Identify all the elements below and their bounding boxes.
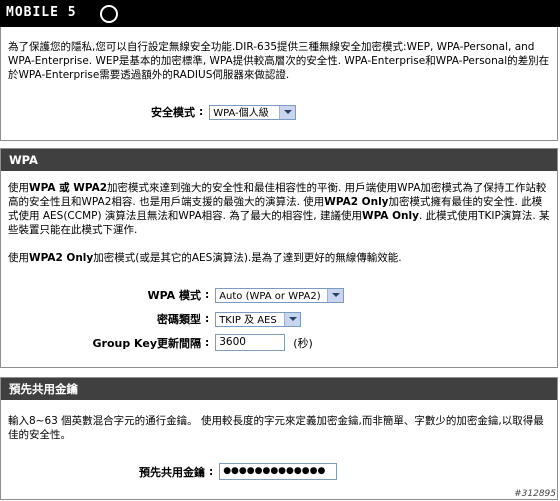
wpa-header: WPA	[1, 148, 557, 171]
cipher-type-value: TKIP 及 AES	[219, 314, 277, 326]
wpa-mode-row: WPA 模式 : Auto (WPA or WPA2)	[1, 287, 345, 303]
group-key-input[interactable]: 3600	[215, 334, 286, 351]
colon: :	[205, 289, 210, 301]
cipher-type-label: 密碼類型	[157, 313, 201, 326]
psk-intro: 輸入8~63 個英數混合字元的通行金鑰。 使用較長度的字元來定義加密金鑰,而非簡…	[8, 415, 544, 441]
brand-logo: MOBILE 5	[6, 5, 77, 20]
psk-input[interactable]: ●●●●●●●●●●●●●	[219, 463, 338, 480]
top-banner: MOBILE 5	[0, 0, 560, 27]
group-key-row: Group Key更新間隔 : 3600 (秒)	[1, 334, 313, 351]
watermark: #312895	[514, 489, 556, 499]
text: 使用	[8, 182, 29, 194]
security-mode-label: 安全模式	[151, 106, 195, 119]
psk-label: 預先共用金鑰	[139, 465, 205, 479]
chevron-down-icon	[279, 105, 296, 119]
wpa-mode-value: Auto (WPA or WPA2)	[219, 290, 321, 302]
colon: :	[205, 336, 210, 349]
security-mode-panel: 為了保護您的隱私,您可以自行設定無線安全功能.DIR-635提供三種無線安全加密…	[0, 27, 558, 141]
psk-panel: 預先共用金鑰 輸入8~63 個英數混合字元的通行金鑰。 使用較長度的字元來定義加…	[0, 377, 558, 500]
security-mode-select[interactable]: WPA-個人級	[209, 104, 297, 120]
security-mode-value: WPA-個人級	[213, 107, 269, 119]
chevron-down-icon	[284, 312, 301, 326]
text-bold: WPA2 Only	[29, 252, 94, 264]
group-key-unit: (秒)	[293, 336, 313, 350]
security-intro: 為了保護您的隱私,您可以自行設定無線安全功能.DIR-635提供三種無線安全加密…	[8, 41, 550, 81]
colon: :	[209, 465, 214, 478]
text-bold: WPA Only	[361, 210, 419, 222]
wpa-panel: WPA 使用WPA 或 WPA2加密模式來達到強大的安全性和最佳相容性的平衡. …	[0, 148, 558, 368]
group-key-label: Group Key更新間隔	[92, 336, 201, 350]
wpa-mode-label: WPA 模式	[147, 289, 201, 302]
wpa-description: 使用WPA 或 WPA2加密模式來達到強大的安全性和最佳相容性的平衡. 用戶端使…	[8, 181, 552, 237]
wpa-mode-select[interactable]: Auto (WPA or WPA2)	[215, 287, 345, 303]
text-bold: WPA2 Only	[324, 196, 389, 208]
security-mode-row: 安全模式 : WPA-個人級	[151, 104, 297, 120]
text: 使用	[8, 252, 29, 264]
cipher-type-row: 密碼類型 : TKIP 及 AES	[1, 311, 302, 327]
chevron-down-icon	[327, 288, 344, 302]
colon: :	[199, 106, 204, 118]
colon: :	[205, 313, 210, 325]
wpa2-note: 使用WPA2 Only加密模式(或是其它的AES演算法).是為了達到更好的無線傳…	[8, 251, 552, 265]
cipher-type-select[interactable]: TKIP 及 AES	[215, 311, 302, 327]
logo-mark-icon	[100, 5, 118, 23]
psk-header: 預先共用金鑰	[1, 377, 557, 400]
psk-row: 預先共用金鑰 : ●●●●●●●●●●●●●	[1, 463, 338, 480]
text: 加密模式(或是其它的AES演算法).是為了達到更好的無線傳輸效能.	[93, 252, 402, 264]
text-bold: WPA 或 WPA2	[29, 182, 107, 194]
